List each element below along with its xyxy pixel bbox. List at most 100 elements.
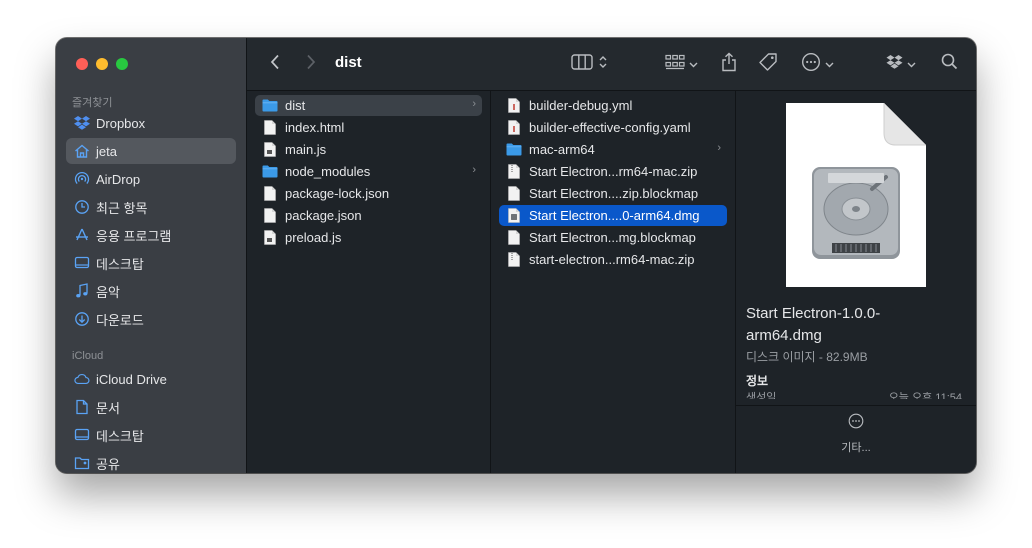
shared-folder-icon (74, 455, 90, 471)
column-view-icon (571, 53, 593, 75)
dropbox-menu-button[interactable] (883, 52, 919, 76)
finder-window: 즐겨찾기 Dropbox jeta AirDrop 최근 항목 응용 프로그램 … (56, 38, 976, 473)
share-icon (721, 52, 737, 77)
sidebar-item-shared[interactable]: 공유 (66, 450, 236, 473)
sidebar-item-music[interactable]: 음악 (66, 278, 236, 304)
grid-group-icon (664, 54, 685, 75)
action-button[interactable] (797, 52, 837, 76)
file-name: main.js (285, 142, 327, 157)
preview-pane: Start Electron-1.0.0-arm64.dmg 디스크 이미지 -… (736, 91, 976, 473)
minimize-button[interactable] (96, 58, 108, 70)
sidebar-item-label: 응용 프로그램 (96, 228, 172, 244)
file-row-package-lock-json[interactable]: package-lock.json (255, 183, 482, 204)
file-row-dist[interactable]: dist › (255, 95, 482, 116)
preview-file-name: Start Electron-1.0.0-arm64.dmg (746, 305, 881, 344)
file-name: Start Electron...rm64-mac.zip (529, 164, 698, 179)
sidebar-item-label: 다운로드 (96, 312, 144, 328)
folder-icon (506, 142, 522, 158)
file-icon (262, 120, 278, 136)
more-actions-button[interactable]: 기타... (821, 413, 891, 461)
forward-button[interactable] (301, 52, 321, 76)
file-name: builder-effective-config.yaml (529, 120, 691, 135)
file-row-start-electron-zip-blockmap[interactable]: Start Electron....zip.blockmap (499, 183, 727, 204)
chevron-down-icon (907, 55, 916, 73)
download-icon (74, 311, 90, 327)
more-actions-label: 기타... (841, 442, 871, 454)
created-label: 생성일 (746, 392, 777, 399)
file-row-mac-arm64[interactable]: mac-arm64 › (499, 139, 727, 160)
sidebar-item-icloud-drive[interactable]: iCloud Drive (66, 366, 236, 392)
chevron-right-icon: › (472, 98, 476, 110)
js-file-icon (262, 230, 278, 246)
file-row-builder-debug-yml[interactable]: builder-debug.yml (499, 95, 727, 116)
file-row-start-electron-zip[interactable]: Start Electron...rm64-mac.zip (499, 161, 727, 182)
file-name: dist (285, 98, 306, 113)
sidebar-item-label: jeta (96, 143, 117, 159)
file-name: package.json (285, 208, 362, 223)
sidebar-item-documents[interactable]: 문서 (66, 394, 236, 420)
file-row-node-modules[interactable]: node_modules › (255, 161, 482, 182)
file-icon (262, 186, 278, 202)
sidebar-item-jeta[interactable]: jeta (66, 138, 236, 164)
group-button[interactable] (661, 52, 701, 76)
document-icon (74, 399, 90, 415)
cloud-icon (74, 371, 90, 387)
sidebar-item-label: 음악 (96, 284, 120, 300)
up-down-chevron-icon (599, 55, 607, 74)
desktop-icon (74, 427, 90, 443)
zip-file-icon (506, 164, 522, 180)
file-row-builder-effective-config[interactable]: builder-effective-config.yaml (499, 117, 727, 138)
file-name: start-electron...rm64-mac.zip (529, 252, 695, 267)
dropbox-icon (74, 115, 90, 131)
sidebar-item-icloud-desktop[interactable]: 데스크탑 (66, 422, 236, 448)
folder-icon (262, 164, 278, 180)
chevron-down-icon (825, 55, 834, 73)
home-icon (74, 143, 90, 159)
sidebar-item-airdrop[interactable]: AirDrop (66, 166, 236, 192)
sidebar-item-recents[interactable]: 최근 항목 (66, 194, 236, 220)
sidebar-item-label: 최근 항목 (96, 200, 148, 216)
zip-file-icon (506, 252, 522, 268)
sidebar-item-label: Dropbox (96, 115, 146, 131)
file-row-package-json[interactable]: package.json (255, 205, 482, 226)
sidebar-item-label: 데스크탑 (96, 428, 144, 444)
file-row-main-js[interactable]: main.js (255, 139, 482, 160)
airdrop-icon (74, 171, 90, 187)
file-name: Start Electron....zip.blockmap (529, 186, 699, 201)
sidebar: 즐겨찾기 Dropbox jeta AirDrop 최근 항목 응용 프로그램 … (56, 38, 247, 473)
preview-info-heading: 정보 (746, 374, 769, 388)
view-mode-button[interactable] (567, 52, 611, 76)
yaml-file-icon (506, 98, 522, 114)
file-row-start-electron-dmg-blockmap[interactable]: Start Electron...mg.blockmap (499, 227, 727, 248)
sidebar-item-downloads[interactable]: 다운로드 (66, 306, 236, 332)
file-row-preload-js[interactable]: preload.js (255, 227, 482, 248)
folder-icon (262, 98, 278, 114)
file-row-start-electron-lower-zip[interactable]: start-electron...rm64-mac.zip (499, 249, 727, 270)
preview-metadata-row: 생성일 오늘 오후 11:54 (736, 389, 976, 399)
file-icon (262, 208, 278, 224)
sidebar-item-desktop[interactable]: 데스크탑 (66, 250, 236, 276)
favorites-section-label: 즐겨찾기 (72, 97, 113, 109)
file-name: Start Electron....0-arm64.dmg (529, 208, 700, 223)
zoom-button[interactable] (116, 58, 128, 70)
applications-icon (74, 227, 90, 243)
close-button[interactable] (76, 58, 88, 70)
file-name: Start Electron...mg.blockmap (529, 230, 696, 245)
sidebar-item-dropbox[interactable]: Dropbox (66, 110, 236, 136)
sidebar-item-label: iCloud Drive (96, 371, 167, 387)
disk-image-icon (786, 103, 926, 287)
file-icon (506, 186, 522, 202)
window-controls (76, 58, 128, 70)
back-button[interactable] (265, 52, 285, 76)
sidebar-item-applications[interactable]: 응용 프로그램 (66, 222, 236, 248)
file-row-start-electron-dmg[interactable]: Start Electron....0-arm64.dmg (499, 205, 727, 226)
file-name: mac-arm64 (529, 142, 595, 157)
tag-button[interactable] (755, 52, 781, 76)
share-button[interactable] (717, 52, 741, 76)
chevron-right-icon: › (717, 142, 721, 154)
file-row-index-html[interactable]: index.html (255, 117, 482, 138)
chevron-right-icon: › (472, 164, 476, 176)
search-button[interactable] (937, 52, 961, 76)
js-file-icon (262, 142, 278, 158)
icloud-section-label: iCloud (72, 350, 104, 362)
